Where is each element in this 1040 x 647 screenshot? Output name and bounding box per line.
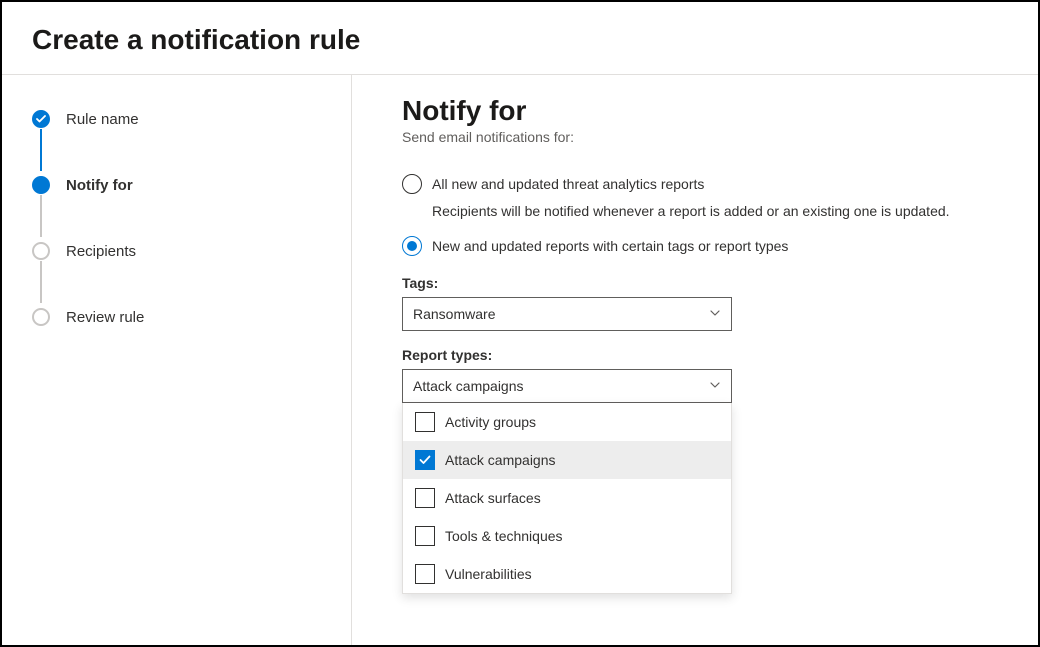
wizard-step-label: Review rule — [66, 309, 144, 326]
dialog-body: Rule name Notify for Recipients Review r… — [2, 75, 1038, 647]
chevron-down-icon — [709, 378, 721, 394]
checkbox-icon — [415, 564, 435, 584]
report-types-option-list: Activity groups Attack campaigns Attack … — [402, 403, 732, 594]
radio-icon — [402, 236, 422, 256]
section-subtext: Send email notifications for: — [402, 129, 998, 145]
report-types-dropdown-value: Attack campaigns — [413, 378, 524, 394]
report-types-field-label: Report types: — [402, 347, 998, 363]
report-type-option[interactable]: Activity groups — [403, 403, 731, 441]
wizard-step-rule-name[interactable]: Rule name — [32, 107, 321, 131]
wizard-step-label: Rule name — [66, 111, 139, 128]
wizard-sidebar: Rule name Notify for Recipients Review r… — [2, 75, 352, 647]
option-label: Vulnerabilities — [445, 566, 532, 582]
notify-scope-radio-group: All new and updated threat analytics rep… — [402, 173, 998, 257]
option-label: Tools & techniques — [445, 528, 563, 544]
radio-label: New and updated reports with certain tag… — [432, 235, 788, 257]
step-connector — [40, 129, 42, 171]
upcoming-step-icon — [32, 308, 50, 326]
radio-all-description: Recipients will be notified whenever a r… — [432, 201, 998, 221]
report-type-option[interactable]: Tools & techniques — [403, 517, 731, 555]
dialog-header: Create a notification rule — [2, 2, 1038, 75]
radio-label: All new and updated threat analytics rep… — [432, 173, 704, 195]
wizard-main: Notify for Send email notifications for:… — [352, 75, 1038, 647]
wizard-step-label: Recipients — [66, 243, 136, 260]
wizard-step-recipients[interactable]: Recipients — [32, 239, 321, 263]
wizard-steps: Rule name Notify for Recipients Review r… — [32, 107, 321, 329]
radio-icon — [402, 174, 422, 194]
wizard-step-label: Notify for — [66, 177, 133, 194]
report-types-dropdown[interactable]: Attack campaigns — [402, 369, 732, 403]
checkbox-icon — [415, 450, 435, 470]
wizard-step-notify-for[interactable]: Notify for — [32, 173, 321, 197]
checkmark-icon — [32, 110, 50, 128]
option-label: Activity groups — [445, 414, 536, 430]
step-connector — [40, 261, 42, 303]
option-label: Attack campaigns — [445, 452, 556, 468]
report-type-option[interactable]: Attack surfaces — [403, 479, 731, 517]
tags-dropdown-value: Ransomware — [413, 306, 495, 322]
section-heading: Notify for — [402, 95, 998, 127]
tags-field-label: Tags: — [402, 275, 998, 291]
checkbox-icon — [415, 488, 435, 508]
step-connector — [40, 195, 42, 237]
report-type-option[interactable]: Vulnerabilities — [403, 555, 731, 593]
upcoming-step-icon — [32, 242, 50, 260]
page-title: Create a notification rule — [32, 24, 1008, 56]
checkbox-icon — [415, 526, 435, 546]
dialog-frame: Create a notification rule Rule name Not… — [0, 0, 1040, 647]
radio-all-reports[interactable]: All new and updated threat analytics rep… — [402, 173, 998, 195]
chevron-down-icon — [709, 306, 721, 322]
option-label: Attack surfaces — [445, 490, 541, 506]
checkbox-icon — [415, 412, 435, 432]
current-step-icon — [32, 176, 50, 194]
radio-filtered-reports[interactable]: New and updated reports with certain tag… — [402, 235, 998, 257]
report-type-option[interactable]: Attack campaigns — [403, 441, 731, 479]
tags-dropdown[interactable]: Ransomware — [402, 297, 732, 331]
wizard-step-review-rule[interactable]: Review rule — [32, 305, 321, 329]
